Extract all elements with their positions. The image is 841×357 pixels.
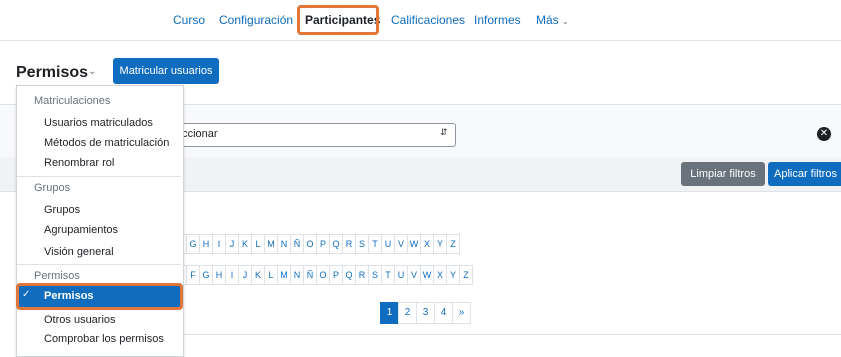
page-title[interactable]: Permisos (16, 64, 88, 82)
initial-letter-link[interactable]: M (264, 234, 278, 254)
initial-letter-link[interactable]: K (238, 234, 252, 254)
nav-mas[interactable]: Más ⌄ (536, 13, 569, 27)
menu-item-vision-general[interactable]: Visión general (44, 246, 114, 258)
initial-letter-link[interactable]: X (433, 265, 447, 285)
next-page-link[interactable]: » (452, 302, 471, 324)
initial-letter-link[interactable]: L (264, 265, 278, 285)
initial-letter-link[interactable]: Y (446, 265, 460, 285)
menu-heading-grupos: Grupos (34, 182, 71, 194)
nav-informes[interactable]: Informes (474, 13, 521, 27)
page-link[interactable]: 3 (416, 302, 435, 324)
initial-letter-link[interactable]: U (381, 234, 395, 254)
last-name-initials-bar: EFGHIJKLMNÑOPQRSTUVWXYZ (173, 265, 473, 285)
secondary-navigation: Curso Configuración Participantes Califi… (0, 0, 841, 41)
initial-letter-link[interactable]: H (199, 234, 213, 254)
initial-letter-link[interactable]: U (394, 265, 408, 285)
nav-configuracion[interactable]: Configuración (219, 13, 293, 27)
initial-letter-link[interactable]: J (225, 234, 239, 254)
remove-filter-icon[interactable]: ✕ (817, 127, 831, 141)
initial-letter-link[interactable]: V (394, 234, 408, 254)
clear-filters-button[interactable]: Limpiar filtros (681, 162, 765, 186)
menu-item-renombrar-rol[interactable]: Renombrar rol (44, 157, 114, 169)
enrol-users-button[interactable]: Matricular usuarios (113, 58, 219, 84)
menu-item-comprobar-permisos[interactable]: Comprobar los permisos (44, 333, 164, 345)
initial-letter-link[interactable]: Q (342, 265, 356, 285)
menu-heading-permisos: Permisos (34, 270, 80, 282)
first-name-initials-bar: FGHIJKLMNÑOPQRSTUVWXYZ (173, 234, 460, 254)
highlight-participantes (297, 5, 379, 35)
initial-letter-link[interactable]: Ñ (290, 234, 304, 254)
menu-item-grupos[interactable]: Grupos (44, 204, 80, 216)
initial-letter-link[interactable]: L (251, 234, 265, 254)
initial-letter-link[interactable]: V (407, 265, 421, 285)
initial-letter-link[interactable]: N (290, 265, 304, 285)
initial-letter-link[interactable]: O (316, 265, 330, 285)
initial-letter-link[interactable]: S (368, 265, 382, 285)
initial-letter-link[interactable]: Z (446, 234, 460, 254)
initial-letter-link[interactable]: X (420, 234, 434, 254)
initial-letter-link[interactable]: H (212, 265, 226, 285)
chevron-down-icon: ⌄ (562, 17, 569, 26)
initial-letter-link[interactable]: F (186, 265, 200, 285)
initial-letter-link[interactable]: K (251, 265, 265, 285)
initial-letter-link[interactable]: S (355, 234, 369, 254)
menu-divider (17, 264, 181, 265)
page-link[interactable]: 1 (380, 302, 399, 324)
select-caret-icon: ⇵ (440, 127, 448, 137)
initial-letter-link[interactable]: T (381, 265, 395, 285)
pagination: 1 2 3 4» (380, 302, 471, 324)
initial-letter-link[interactable]: N (277, 234, 291, 254)
initial-letter-link[interactable]: W (420, 265, 434, 285)
menu-heading-matriculaciones: Matriculaciones (34, 95, 111, 107)
initial-letter-link[interactable]: M (277, 265, 291, 285)
nav-calificaciones[interactable]: Calificaciones (391, 13, 465, 27)
initial-letter-link[interactable]: G (199, 265, 213, 285)
apply-filters-button[interactable]: Aplicar filtros (768, 162, 841, 186)
initial-letter-link[interactable]: J (238, 265, 252, 285)
initial-letter-link[interactable]: Y (433, 234, 447, 254)
initial-letter-link[interactable]: G (186, 234, 200, 254)
initial-letter-link[interactable]: R (355, 265, 369, 285)
page-link[interactable]: 2 (398, 302, 417, 324)
initial-letter-link[interactable]: R (342, 234, 356, 254)
initial-letter-link[interactable]: P (329, 265, 343, 285)
menu-divider (17, 176, 181, 177)
chevron-down-icon[interactable]: ⌄ (88, 66, 96, 77)
initial-letter-link[interactable]: T (368, 234, 382, 254)
initial-letter-link[interactable]: P (316, 234, 330, 254)
initial-letter-link[interactable]: O (303, 234, 317, 254)
menu-item-agrupamientos[interactable]: Agrupamientos (44, 224, 118, 236)
menu-item-usuarios-matriculados[interactable]: Usuarios matriculados (44, 117, 153, 129)
initial-letter-link[interactable]: I (212, 234, 226, 254)
menu-item-metodos-matriculacion[interactable]: Métodos de matriculación (44, 137, 169, 149)
nav-curso[interactable]: Curso (173, 13, 205, 27)
initial-letter-link[interactable]: Q (329, 234, 343, 254)
highlight-permisos (16, 283, 183, 310)
divider (183, 334, 841, 335)
initial-letter-link[interactable]: I (225, 265, 239, 285)
initial-letter-link[interactable]: W (407, 234, 421, 254)
menu-item-otros-usuarios[interactable]: Otros usuarios (44, 314, 116, 326)
nav-mas-label: Más (536, 13, 559, 27)
initial-letter-link[interactable]: Z (459, 265, 473, 285)
page-link[interactable]: 4 (434, 302, 453, 324)
initial-letter-link[interactable]: Ñ (303, 265, 317, 285)
